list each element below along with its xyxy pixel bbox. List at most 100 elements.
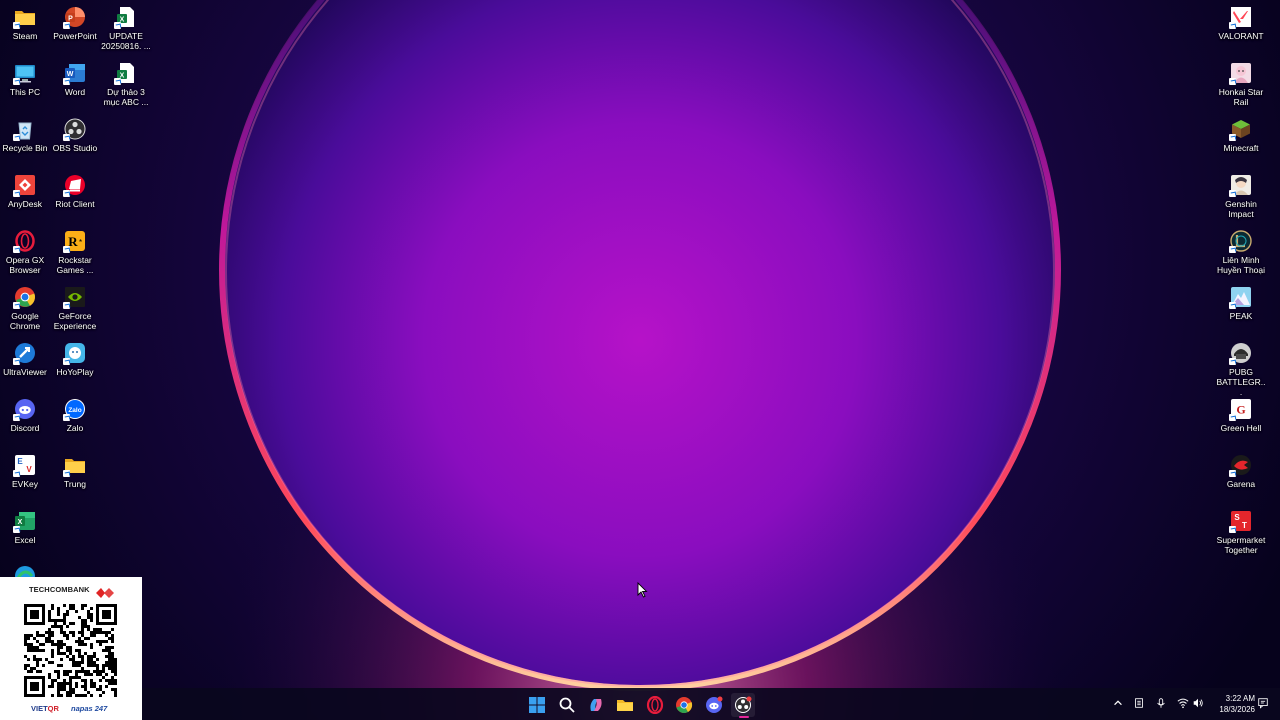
desktop-icon-valorant[interactable]: VALORANT: [1216, 1, 1266, 41]
desktop-icon-supermarket-together[interactable]: S T Supermarket Together: [1216, 505, 1266, 555]
desktop-icon-label: Discord: [10, 423, 40, 433]
desktop-icon-rockstar[interactable]: R * Rockstar Games ...: [50, 225, 100, 275]
word-icon: W: [63, 62, 86, 85]
ultraviewer-icon: [13, 342, 36, 365]
vietqr-logo: VIETQR: [31, 704, 59, 713]
file-explorer-button[interactable]: [613, 693, 637, 717]
desktop-icon-chrome[interactable]: Google Chrome: [0, 281, 50, 331]
shortcut-arrow-icon: [13, 302, 20, 309]
search-button[interactable]: [555, 693, 579, 717]
discord-taskbar-button[interactable]: [702, 693, 726, 717]
copilot-button[interactable]: [584, 693, 608, 717]
shortcut-arrow-icon: [63, 134, 70, 141]
desktop-icon-peak[interactable]: PEAK: [1216, 281, 1266, 321]
desktop-icon-label: Rockstar Games ...: [56, 255, 94, 275]
desktop-icon-excel-file[interactable]: X Dự thảo 3 mục ABC ...: [101, 57, 151, 107]
desktop-icon-label: GeForce Experience: [53, 311, 97, 331]
desktop-icon-computer[interactable]: This PC: [0, 57, 50, 97]
shortcut-arrow-icon: [1229, 358, 1236, 365]
obs-icon: [735, 696, 752, 713]
microphone-icon: [1157, 698, 1165, 708]
notifications-button[interactable]: [1256, 697, 1270, 711]
svg-text:V: V: [26, 465, 32, 474]
shortcut-arrow-icon: [1229, 134, 1236, 141]
desktop-icon-label: Supermarket Together: [1216, 535, 1266, 555]
desktop-icon-riot-client[interactable]: Riot Client: [50, 169, 100, 209]
shortcut-arrow-icon: [1229, 190, 1236, 197]
windows-start-icon: [529, 697, 545, 713]
desktop-icon-league-of-legends[interactable]: Liên Minh Huyền Thoại: [1216, 225, 1266, 275]
shortcut-arrow-icon: [63, 246, 70, 253]
system-clock[interactable]: 3:22 AM 18/3/2026: [1205, 693, 1255, 715]
desktop-icon-hoyoplay[interactable]: HoYoPlay: [50, 337, 100, 377]
desktop-icon-garena[interactable]: Garena: [1216, 449, 1266, 489]
computer-icon: [13, 62, 36, 85]
shortcut-arrow-icon: [1229, 470, 1236, 477]
svg-text:T: T: [1242, 521, 1247, 530]
wifi-icon: [1177, 698, 1189, 709]
desktop-icon-label: Steam: [12, 31, 38, 41]
desktop-icon-evkey[interactable]: E V EVKey: [0, 449, 50, 489]
desktop-icon-word[interactable]: W Word: [50, 57, 100, 97]
desktop-icon-folder[interactable]: Steam: [0, 1, 50, 41]
desktop-icon-label: Trung: [64, 479, 86, 489]
desktop-icon-label: Excel: [14, 535, 36, 545]
pubg-icon: [1229, 342, 1252, 365]
show-hidden-icons-button[interactable]: [1111, 697, 1125, 711]
desktop-icon-zalo[interactable]: Zalo Zalo: [50, 393, 100, 433]
shortcut-arrow-icon: [13, 134, 20, 141]
desktop-icon-pubg[interactable]: PUBG BATTLEGR...: [1216, 337, 1266, 397]
desktop-icon-recycle-bin[interactable]: Recycle Bin: [0, 113, 50, 153]
bank-name: TECHCOMBANK: [29, 585, 90, 594]
desktop-wallpaper: [0, 0, 1280, 720]
active-app-indicator: [739, 716, 749, 718]
shortcut-arrow-icon: [63, 358, 70, 365]
desktop-icon-discord[interactable]: Discord: [0, 393, 50, 433]
keyboard-layout-button[interactable]: [1132, 697, 1146, 711]
shortcut-arrow-icon: [1229, 246, 1236, 253]
excel-file-icon: X: [114, 62, 137, 85]
desktop-icon-label: EVKey: [12, 479, 38, 489]
desktop-icon-obs[interactable]: OBS Studio: [50, 113, 100, 153]
evkey-icon: EV: [13, 454, 36, 477]
wifi-button[interactable]: [1176, 697, 1190, 711]
desktop-icon-green-hell[interactable]: G Green Hell: [1216, 393, 1266, 433]
keyboard-layout-icon: [1135, 698, 1143, 708]
shortcut-arrow-icon: [13, 22, 20, 29]
shortcut-arrow-icon: [63, 190, 70, 197]
desktop-icon-label: Riot Client: [55, 199, 95, 209]
opera-gx-taskbar-button[interactable]: [643, 693, 667, 717]
desktop-icon-minecraft[interactable]: Minecraft: [1216, 113, 1266, 153]
desktop-icon-geforce[interactable]: GeForce Experience: [50, 281, 100, 331]
desktop-icon-label: OBS Studio: [52, 143, 98, 153]
desktop-icon-opera-gx[interactable]: Opera GX Browser: [0, 225, 50, 275]
desktop-icon-excel[interactable]: X Excel: [0, 505, 50, 545]
desktop-icon-ultraviewer[interactable]: UltraViewer: [0, 337, 50, 377]
desktop-icon-label: This PC: [9, 87, 41, 97]
volume-button[interactable]: [1191, 697, 1205, 711]
desktop-icon-genshin-impact[interactable]: Genshin Impact: [1216, 169, 1266, 219]
desktop-icon-excel-file[interactable]: X UPDATE 20250816. ...: [101, 1, 151, 51]
chrome-taskbar-button[interactable]: [672, 693, 696, 717]
desktop-icon-powerpoint[interactable]: P PowerPoint: [50, 1, 100, 41]
svg-text:X: X: [18, 519, 23, 526]
shortcut-arrow-icon: [13, 358, 20, 365]
obs-taskbar-button[interactable]: [731, 693, 755, 717]
payment-qr-card: TECHCOMBANK VIETQR napas 247: [0, 577, 142, 720]
desktop-icon-honkai-star-rail[interactable]: Honkai Star Rail: [1216, 57, 1266, 107]
clock-date: 18/3/2026: [1219, 705, 1255, 714]
opera-gx-icon: [646, 696, 664, 714]
techcombank-logo-icon: [96, 585, 114, 603]
shortcut-arrow-icon: [13, 190, 20, 197]
shortcut-arrow-icon: [114, 78, 121, 85]
riot-client-icon: [63, 174, 86, 197]
shortcut-arrow-icon: [13, 414, 20, 421]
volume-icon: [1193, 698, 1203, 708]
start-button[interactable]: [525, 693, 549, 717]
desktop-icon-label: Minecraft: [1223, 143, 1259, 153]
microphone-button[interactable]: [1154, 697, 1168, 711]
desktop-icon-folder[interactable]: Trung: [50, 449, 100, 489]
shortcut-arrow-icon: [63, 470, 70, 477]
search-icon: [559, 697, 575, 713]
desktop-icon-anydesk[interactable]: AnyDesk: [0, 169, 50, 209]
